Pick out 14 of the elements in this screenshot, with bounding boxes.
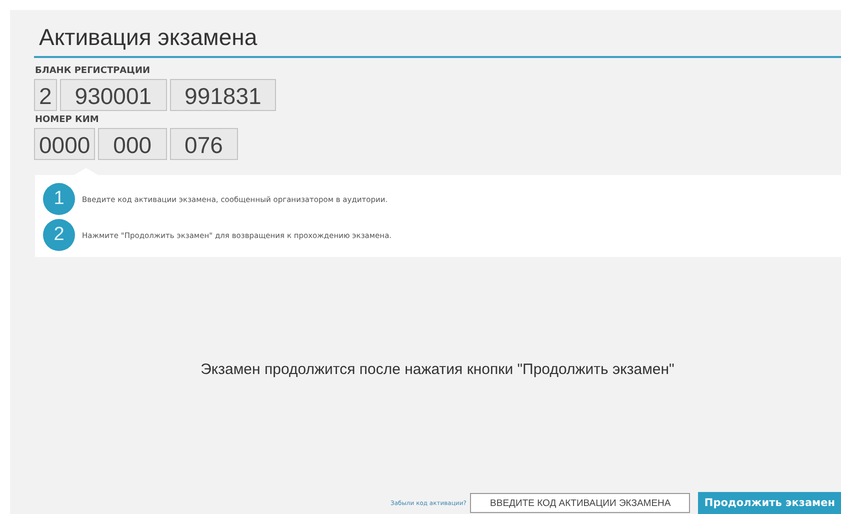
activation-code-field[interactable]: ВВЕДИТЕ КОД АКТИВАЦИИ ЭКЗАМЕНА [470, 493, 690, 513]
number-field: 991831 [170, 79, 276, 111]
field-label: НОМЕР КИМ [35, 115, 100, 125]
info-message: Экзамен продолжится после нажатия кнопки "Продолжить экзамен" [200, 361, 674, 378]
step-number: 2 [43, 219, 75, 251]
number-field: 2 [34, 79, 57, 111]
step-number: 1 [43, 183, 75, 215]
field-label: БЛАНК РЕГИСТРАЦИИ [35, 66, 152, 76]
continue-exam-button[interactable]: Продолжить экзамен [698, 492, 841, 514]
number-field: 076 [170, 128, 238, 160]
number-field: 0000 [34, 128, 96, 160]
page-title: Активация экзамена [34, 10, 841, 58]
number-field: 000 [98, 128, 167, 160]
number-field: 930001 [60, 79, 167, 111]
